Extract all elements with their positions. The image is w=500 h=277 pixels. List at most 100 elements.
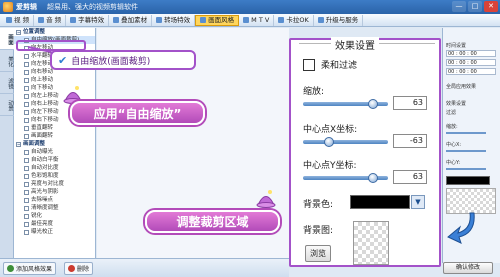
tree-item-label: 自动曝光 <box>31 149 54 155</box>
delete-label: 删除 <box>77 265 90 273</box>
vertical-tab-0[interactable]: 画面 <box>0 28 14 50</box>
tree-item-checkbox[interactable] <box>24 109 29 115</box>
tree-item-checkbox[interactable] <box>24 125 29 131</box>
tree-item-checkbox[interactable] <box>24 229 29 235</box>
center-x-slider-thumb[interactable] <box>323 137 334 147</box>
tree-item-checkbox[interactable] <box>24 85 29 91</box>
tree-group-label: 位置调整 <box>23 29 46 35</box>
collapse-icon[interactable]: − <box>16 141 21 147</box>
tree-item-checkbox[interactable] <box>24 133 29 139</box>
add-icon <box>7 264 14 272</box>
center-x-slider[interactable] <box>303 137 388 147</box>
start-time-field[interactable]: 00 : 00 : 00 <box>446 50 496 57</box>
tree-item-checkbox[interactable] <box>24 173 29 179</box>
tree-item-checkbox[interactable] <box>24 205 29 211</box>
confirm-changes-button[interactable]: 确认修改 <box>443 262 493 274</box>
menu-item-label: M T V <box>251 15 270 24</box>
tree-item-label: 清晰度调整 <box>31 205 59 211</box>
end-time-field[interactable]: 00 : 00 : 00 <box>446 59 496 66</box>
center-y-slider[interactable] <box>303 173 388 183</box>
vertical-tab-3[interactable]: 动景 <box>0 94 14 116</box>
close-button[interactable]: ✕ <box>484 1 498 12</box>
tree-item-checkbox[interactable] <box>24 149 29 155</box>
tree-item[interactable]: 自动对比度 <box>14 164 95 172</box>
menu-item-label: 卡拉OK <box>286 15 309 24</box>
center-y-slider-thumb[interactable] <box>367 173 378 183</box>
menu-item-3[interactable]: 叠加素材 <box>109 14 153 26</box>
soft-filter-checkbox[interactable] <box>303 58 315 71</box>
tree-item[interactable]: 去除噪点 <box>14 196 95 204</box>
tree-item-label: 最佳亮度 <box>31 221 54 227</box>
tree-item-checkbox[interactable] <box>24 93 29 99</box>
menu-item-5[interactable]: 画面风格 <box>195 14 240 26</box>
menu-item-4[interactable]: 转场特效 <box>152 14 196 26</box>
menu-item-2[interactable]: 字幕特效 <box>66 14 110 26</box>
tree-item-checkbox[interactable] <box>24 53 29 59</box>
tree-item-checkbox[interactable] <box>24 117 29 123</box>
tree-item[interactable]: 锐化 <box>14 212 95 220</box>
vertical-tab-1[interactable]: 美化 <box>0 50 14 72</box>
tree-item-checkbox[interactable] <box>24 77 29 83</box>
full-effect-option[interactable]: 全局应用效果 <box>446 83 476 90</box>
center-x-value-field[interactable]: -63 <box>393 134 427 148</box>
right-zoom-slider[interactable] <box>446 132 486 134</box>
bgcolor-label: 背景色: <box>303 200 334 210</box>
add-style-label: 添加风格效果 <box>16 265 53 273</box>
tree-item[interactable]: 曝光校正 <box>14 228 95 236</box>
menu-item-7[interactable]: 卡拉OK <box>274 14 314 26</box>
tree-item[interactable]: 垂直翻转 <box>14 124 95 132</box>
zoom-value-field[interactable]: 63 <box>393 96 427 110</box>
tree-item-checkbox[interactable] <box>24 165 29 171</box>
browse-button[interactable]: 浏览 <box>305 245 331 262</box>
menu-item-6[interactable]: M T V <box>239 14 275 26</box>
zoom-slider[interactable] <box>303 99 388 109</box>
tree-item[interactable]: 亮度与对比度 <box>14 180 95 188</box>
tree-item[interactable]: 自动白平衡 <box>14 156 95 164</box>
menu-item-8[interactable]: 升级与服务 <box>314 14 364 26</box>
wizard-hat-icon-2 <box>256 190 276 208</box>
menu-item-0[interactable]: 视 频 <box>2 14 35 26</box>
zoom-label: 缩放: <box>303 87 325 97</box>
collapse-icon[interactable]: − <box>16 29 21 35</box>
menu-item-1[interactable]: 音 频 <box>34 14 67 26</box>
tree-group-2[interactable]: − 画面调整 <box>14 140 95 148</box>
tree-group-label: 画面调整 <box>23 141 46 147</box>
bgcolor-swatch[interactable] <box>350 195 410 209</box>
bgimage-preview <box>353 221 389 265</box>
tree-item-checkbox[interactable] <box>24 213 29 219</box>
tree-item[interactable]: 最佳亮度 <box>14 220 95 228</box>
delete-button[interactable]: 删除 <box>64 261 94 275</box>
tree-item-checkbox[interactable] <box>24 181 29 187</box>
minimize-button[interactable]: — <box>452 1 466 12</box>
right-cx-slider[interactable] <box>446 150 486 152</box>
tree-item-label: 自动白平衡 <box>31 157 59 163</box>
center-y-value-field[interactable]: 63 <box>393 170 427 184</box>
tree-item[interactable]: 清晰度调整 <box>14 204 95 212</box>
tree-item-label: 垂直翻转 <box>31 125 54 131</box>
maximize-button[interactable]: □ <box>468 1 482 12</box>
right-soft-label: 过滤 <box>446 110 457 116</box>
tree-item[interactable]: 高光与阴影 <box>14 188 95 196</box>
vertical-tab-2[interactable]: 滤镜 <box>0 72 14 94</box>
tree-item-checkbox[interactable] <box>24 101 29 107</box>
tree-item-checkbox[interactable] <box>24 69 29 75</box>
tree-item-checkbox[interactable] <box>24 221 29 227</box>
tree-item-checkbox[interactable] <box>24 157 29 163</box>
duration-field[interactable]: 00 : 00 : 00 <box>446 68 496 75</box>
tree-item[interactable]: 画面翻转 <box>14 132 95 140</box>
tree-item-checkbox[interactable] <box>24 61 29 67</box>
right-bgcolor-swatch[interactable] <box>446 176 490 185</box>
soft-filter-row: 柔和过滤 <box>303 58 357 71</box>
tree-item-checkbox[interactable] <box>24 189 29 195</box>
tree-item-label: 向上移动 <box>31 77 54 83</box>
tree-group-1[interactable]: − 位置调整 <box>14 28 95 36</box>
menu-item-label: 视 频 <box>14 15 30 24</box>
tree-item-checkbox[interactable] <box>24 197 29 203</box>
tree-item[interactable]: 自动曝光 <box>14 148 95 156</box>
add-style-button[interactable]: 添加风格效果 <box>3 261 57 275</box>
tree-item[interactable]: 色彩饱和度 <box>14 172 95 180</box>
right-cy-slider[interactable] <box>446 168 486 170</box>
menu-item-icon <box>70 17 77 23</box>
zoom-slider-thumb[interactable] <box>367 99 378 109</box>
bgcolor-dropdown-icon[interactable]: ▼ <box>411 195 425 209</box>
